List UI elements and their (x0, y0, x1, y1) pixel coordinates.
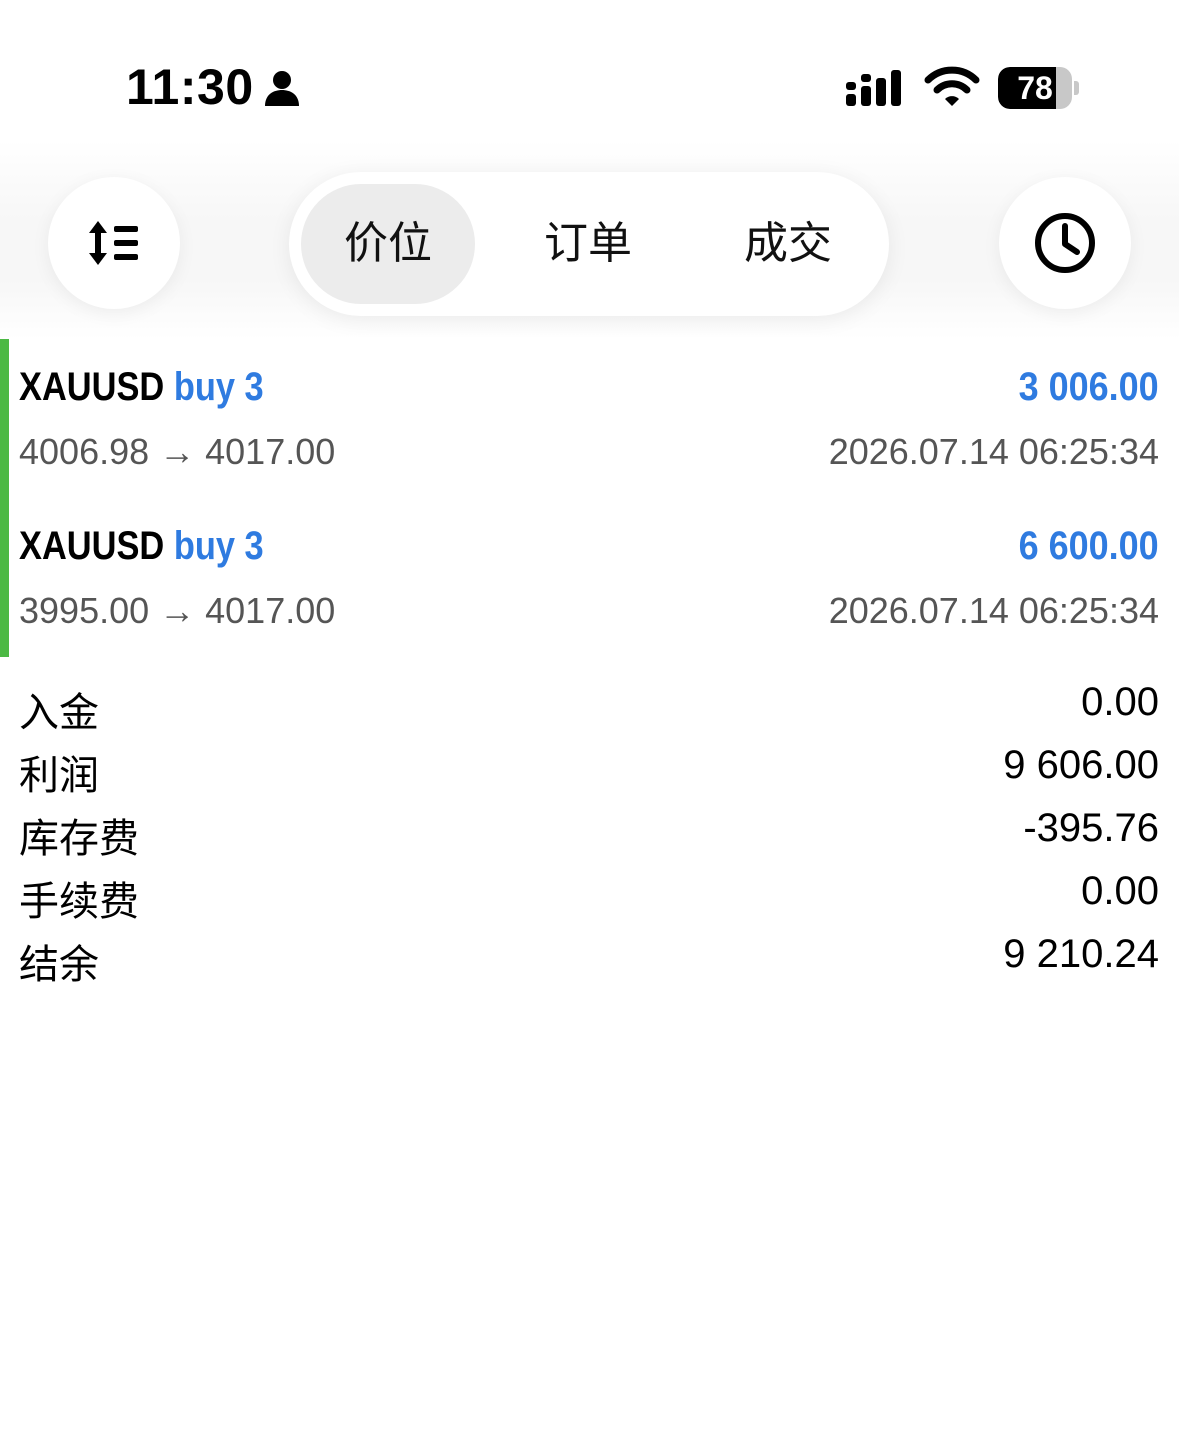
summary-section: 入金 0.00 利润 9 606.00 库存费 -395.76 手续费 0.00… (0, 672, 1179, 988)
status-bar: 11:30 78 (0, 0, 1179, 150)
tab-segmented-control: 价位 订单 成交 (289, 172, 889, 316)
summary-row-deposit: 入金 0.00 (0, 672, 1179, 736)
person-icon (265, 71, 299, 106)
deal-direction: buy 3 (173, 524, 264, 568)
deal-list: XAUUSD buy 3 3 006.00 4006.98 → 4017.00 … (0, 339, 1179, 657)
deal-prices: 3995.00 → 4017.00 (19, 590, 336, 631)
summary-row-balance: 结余 9 210.24 (0, 924, 1179, 988)
summary-value: -395.76 (1023, 806, 1159, 850)
summary-label: 利润 (19, 753, 99, 799)
summary-value: 9 210.24 (1003, 932, 1159, 976)
summary-label: 结余 (19, 942, 99, 988)
summary-label: 手续费 (19, 879, 139, 925)
history-button[interactable] (999, 177, 1131, 309)
deal-row[interactable]: XAUUSD buy 3 3 006.00 4006.98 → 4017.00 … (0, 339, 1179, 498)
summary-row-swap: 库存费 -395.76 (0, 798, 1179, 862)
signal-icon (846, 70, 901, 106)
tab-orders[interactable]: 订单 (501, 184, 675, 304)
deal-symbol: XAUUSD buy 3 (19, 524, 264, 569)
deal-symbol-name: XAUUSD (19, 365, 165, 409)
summary-row-profit: 利润 9 606.00 (0, 735, 1179, 799)
tab-deals[interactable]: 成交 (701, 184, 875, 304)
deal-row[interactable]: XAUUSD buy 3 6 600.00 3995.00 → 4017.00 … (0, 498, 1179, 657)
deal-symbol-name: XAUUSD (19, 524, 165, 568)
battery-icon: 78 (998, 67, 1080, 109)
summary-label: 库存费 (19, 816, 139, 862)
sort-button[interactable] (48, 177, 180, 309)
sort-icon (89, 221, 138, 265)
deal-direction: buy 3 (173, 365, 264, 409)
summary-label: 入金 (19, 690, 99, 736)
summary-value: 0.00 (1081, 869, 1159, 913)
clock-icon (1035, 213, 1095, 273)
status-time: 11:30 (126, 59, 254, 115)
deal-symbol: XAUUSD buy 3 (19, 365, 264, 410)
battery-level-text: 78 (1017, 70, 1053, 106)
deal-profit: 3 006.00 (1018, 365, 1159, 409)
deal-datetime: 2026.07.14 06:25:34 (828, 431, 1159, 472)
summary-value: 0.00 (1081, 680, 1159, 724)
deal-prices: 4006.98 → 4017.00 (19, 431, 336, 472)
tab-prices[interactable]: 价位 (301, 184, 475, 304)
summary-row-commission: 手续费 0.00 (0, 861, 1179, 925)
wifi-icon (924, 66, 980, 106)
summary-value: 9 606.00 (1003, 743, 1159, 787)
deal-datetime: 2026.07.14 06:25:34 (828, 590, 1159, 631)
deal-profit: 6 600.00 (1018, 524, 1159, 568)
